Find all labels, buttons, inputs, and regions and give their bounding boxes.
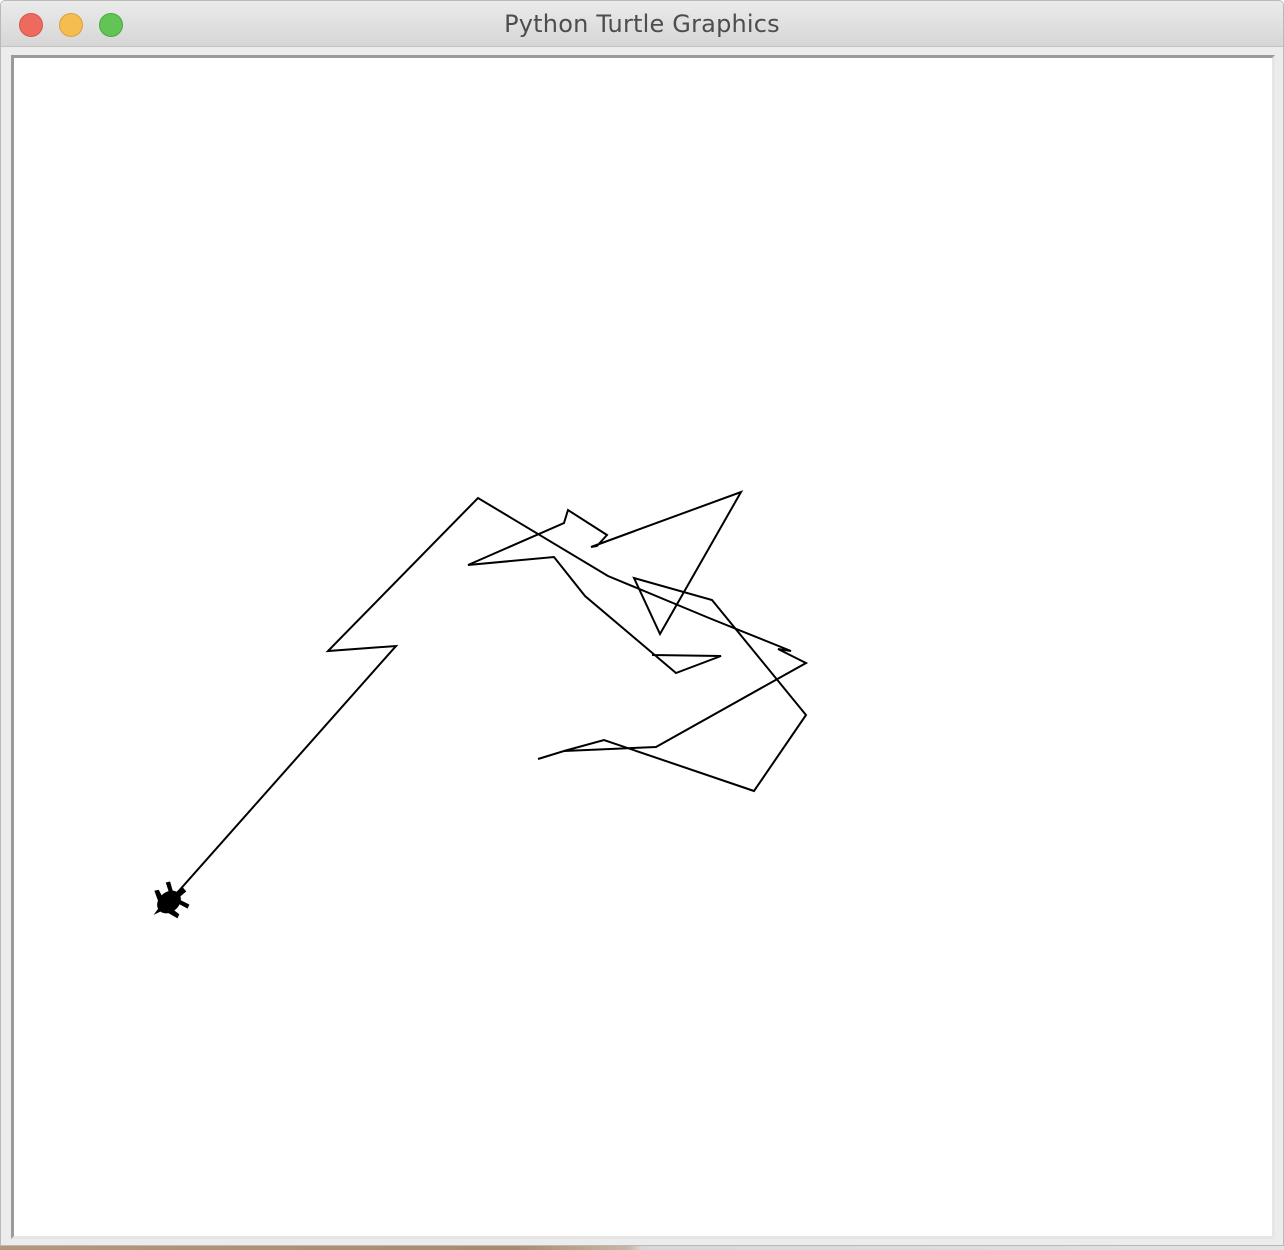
title-bar[interactable]: Python Turtle Graphics <box>1 1 1283 47</box>
canvas-background <box>14 58 1272 1236</box>
turtle-window: Python Turtle Graphics <box>0 0 1284 1246</box>
turtle-canvas-frame <box>11 55 1275 1239</box>
desktop: Python Turtle Graphics <box>0 0 1284 1250</box>
window-title: Python Turtle Graphics <box>504 10 780 38</box>
turtle-canvas[interactable] <box>14 58 1272 1236</box>
